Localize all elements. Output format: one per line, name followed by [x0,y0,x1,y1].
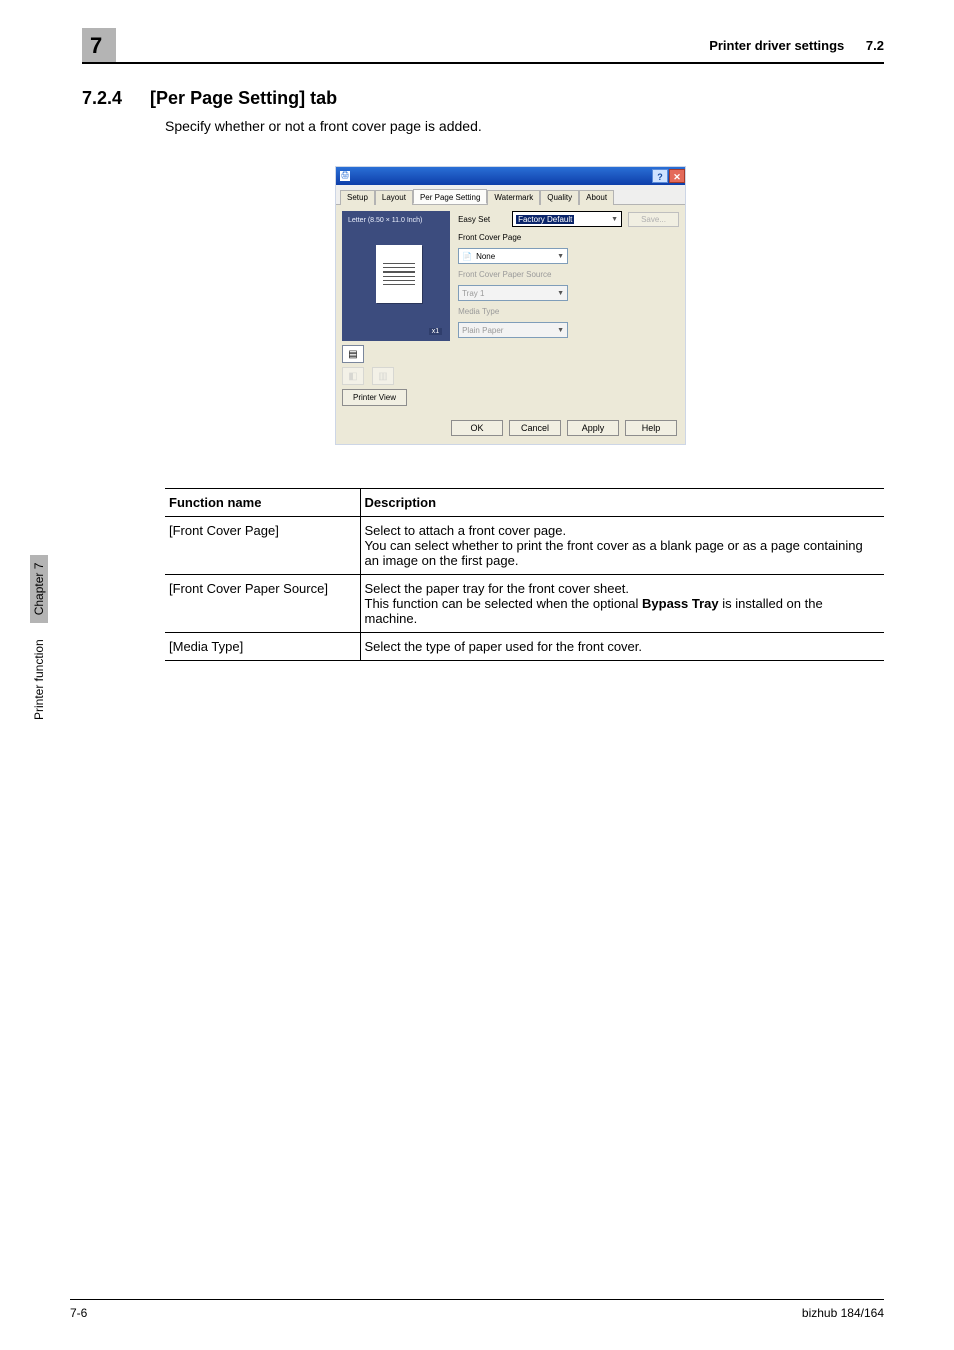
apply-button[interactable]: Apply [567,420,619,436]
layout-icon-3: ▥ [372,367,394,385]
fn-desc: Select to attach a front cover page. You… [360,517,884,575]
chevron-down-icon: ▼ [557,253,564,260]
table-header-description: Description [360,489,884,517]
layout-icon-2: ◧ [342,367,364,385]
layout-icon-1: ▤ [342,345,364,363]
footer-model: bizhub 184/164 [802,1306,884,1320]
per-page-setting-dialog: 🖨 ? ✕ Setup Layout Per Page Setting Wate… [335,166,686,445]
easy-set-label: Easy Set [458,215,506,224]
tab-watermark[interactable]: Watermark [487,190,540,205]
footer-page: 7-6 [70,1306,87,1320]
media-type-label: Media Type [458,307,679,316]
help-button[interactable]: Help [625,420,677,436]
preview-paper-label: Letter (8.50 × 11.0 Inch) [348,217,444,224]
printer-view-button[interactable]: Printer View [342,389,407,406]
dialog-tabs: Setup Layout Per Page Setting Watermark … [336,185,685,205]
fn-desc: Select the paper tray for the front cove… [360,575,884,633]
preview-page-icon [376,245,422,303]
chapter-number-badge: 7 [82,28,116,62]
front-cover-source-value: Tray 1 [462,289,484,298]
ok-button[interactable]: OK [451,420,503,436]
table-row: [Media Type] Select the type of paper us… [165,633,884,661]
chapter-number: 7 [90,33,102,59]
front-cover-source-select: Tray 1 ▼ [458,285,568,301]
front-cover-source-label: Front Cover Paper Source [458,270,679,279]
breadcrumb-title: Printer driver settings [709,38,844,53]
function-table: Function name Description [Front Cover P… [165,488,884,661]
front-cover-page-select[interactable]: 📄 None ▼ [458,248,568,264]
table-row: [Front Cover Paper Source] Select the pa… [165,575,884,633]
header-rule [82,62,884,64]
fn-name: [Media Type] [165,633,360,661]
media-type-value: Plain Paper [462,326,503,335]
header-breadcrumb: Printer driver settings 7.2 [709,38,884,53]
fn-name: [Front Cover Paper Source] [165,575,360,633]
easy-set-value: Factory Default [516,215,574,224]
easy-set-save-button[interactable]: Save... [628,212,679,227]
chevron-down-icon: ▼ [611,216,618,223]
fn-name: [Front Cover Page] [165,517,360,575]
dialog-titlebar: 🖨 ? ✕ [336,167,685,185]
front-cover-none-icon: 📄 [462,252,472,261]
tab-about[interactable]: About [579,190,614,205]
preview-zoom-badge: x1 [429,328,442,335]
app-icon: 🖨 [340,171,350,181]
tab-setup[interactable]: Setup [340,190,375,205]
fn-desc: Select the type of paper used for the fr… [360,633,884,661]
tab-quality[interactable]: Quality [540,190,579,205]
front-cover-page-label: Front Cover Page [458,233,679,242]
titlebar-help-button[interactable]: ? [652,169,668,183]
chevron-down-icon: ▼ [557,290,564,297]
tab-per-page-setting[interactable]: Per Page Setting [413,189,487,204]
page-footer: 7-6 bizhub 184/164 [70,1299,884,1320]
front-cover-page-value: None [476,252,495,261]
titlebar-close-button[interactable]: ✕ [669,169,685,183]
table-header-function: Function name [165,489,360,517]
breadcrumb-section: 7.2 [866,38,884,53]
table-row: [Front Cover Page] Select to attach a fr… [165,517,884,575]
cancel-button[interactable]: Cancel [509,420,561,436]
side-chapter: Chapter 7 [30,555,48,624]
easy-set-select[interactable]: Factory Default ▼ [512,211,622,227]
section-intro: Specify whether or not a front cover pag… [165,118,482,134]
section-heading: 7.2.4 [Per Page Setting] tab [82,88,337,109]
section-title: [Per Page Setting] tab [150,88,337,109]
chevron-down-icon: ▼ [557,327,564,334]
page-preview: Letter (8.50 × 11.0 Inch) x1 [342,211,450,341]
side-label: Printer function Chapter 7 [30,555,48,720]
media-type-select: Plain Paper ▼ [458,322,568,338]
section-number: 7.2.4 [82,88,122,109]
side-func: Printer function [32,639,46,720]
tab-layout[interactable]: Layout [375,190,413,205]
